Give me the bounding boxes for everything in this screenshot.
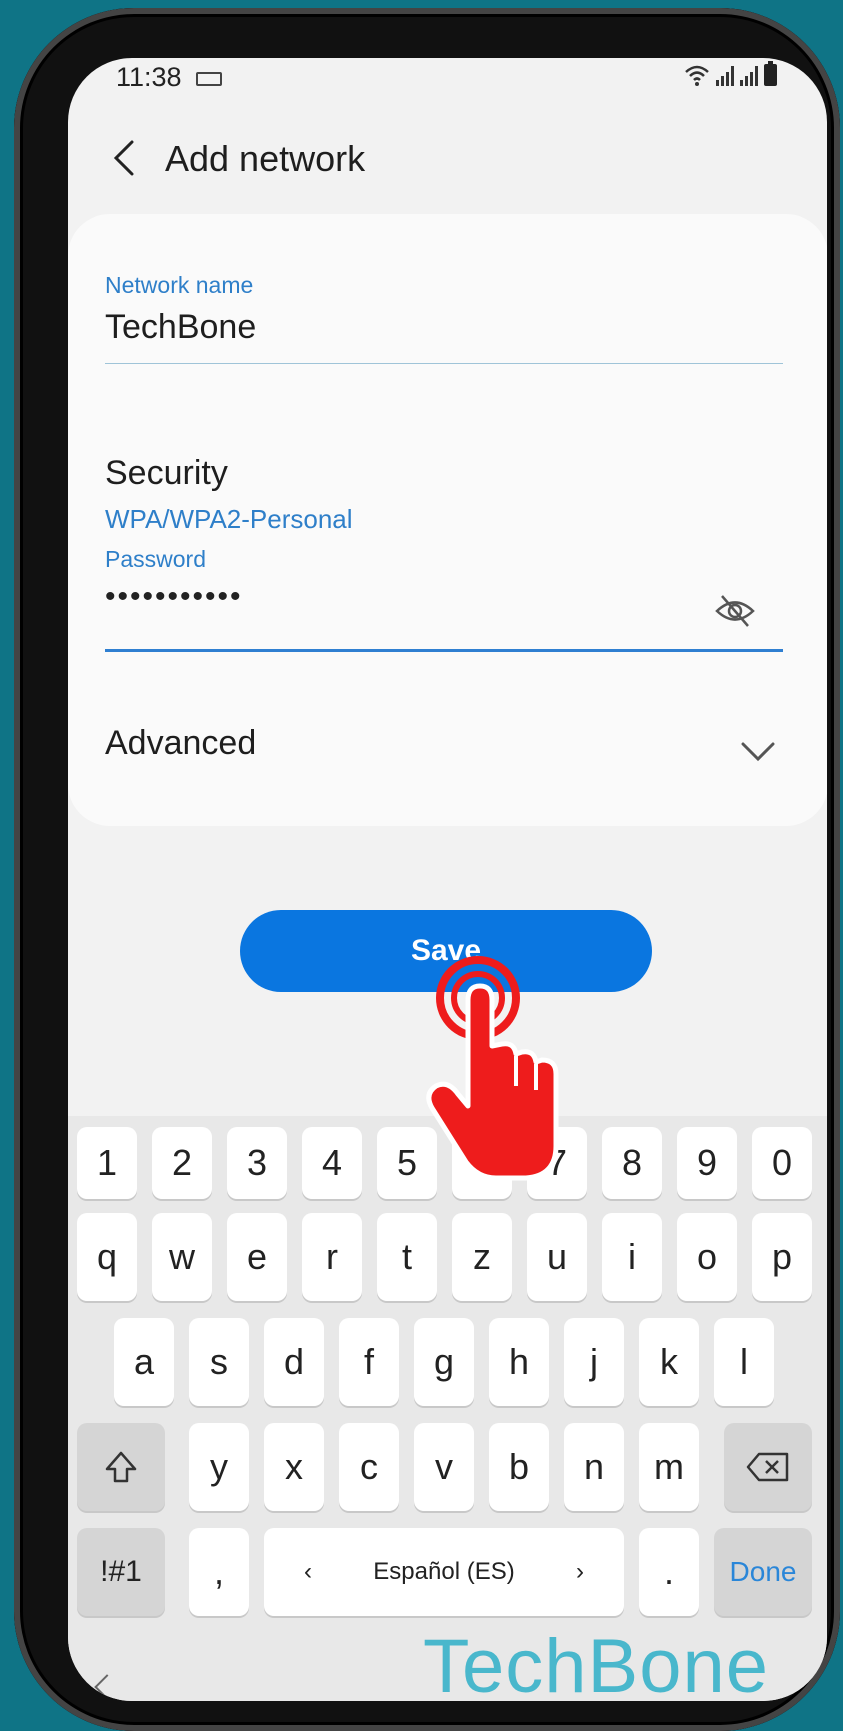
wifi-icon: [685, 65, 709, 86]
network-name-input[interactable]: TechBone: [105, 308, 256, 347]
chevron-down-icon[interactable]: [738, 734, 778, 768]
key-r[interactable]: r: [302, 1213, 362, 1301]
keyboard-status-icon: [196, 72, 222, 86]
key-n[interactable]: n: [564, 1423, 624, 1511]
key-9[interactable]: 9: [677, 1127, 737, 1199]
key-v[interactable]: v: [414, 1423, 474, 1511]
key-w[interactable]: w: [152, 1213, 212, 1301]
status-icons: [684, 61, 777, 86]
key-q[interactable]: q: [77, 1213, 137, 1301]
backspace-key[interactable]: [724, 1423, 812, 1511]
key-m[interactable]: m: [639, 1423, 699, 1511]
space-key[interactable]: ‹ Español (ES) ›: [264, 1528, 624, 1616]
password-underline: [105, 649, 783, 652]
key-o[interactable]: o: [677, 1213, 737, 1301]
key-4[interactable]: 4: [302, 1127, 362, 1199]
key-p[interactable]: p: [752, 1213, 812, 1301]
password-input[interactable]: •••••••••••: [105, 580, 243, 614]
space-language-label: Español (ES): [373, 1558, 515, 1585]
key-z[interactable]: z: [452, 1213, 512, 1301]
key-h[interactable]: h: [489, 1318, 549, 1406]
status-bar: 11:38: [68, 58, 827, 100]
language-left-arrow: ‹: [304, 1558, 312, 1585]
key-c[interactable]: c: [339, 1423, 399, 1511]
key-f[interactable]: f: [339, 1318, 399, 1406]
show-password-eye-icon[interactable]: [714, 590, 756, 632]
page-title: Add network: [165, 138, 366, 179]
done-key[interactable]: Done: [714, 1528, 812, 1616]
password-label: Password: [105, 546, 206, 572]
tap-hand-icon: [426, 956, 559, 1181]
language-right-arrow: ›: [576, 1558, 584, 1585]
key-x[interactable]: x: [264, 1423, 324, 1511]
key-y[interactable]: y: [189, 1423, 249, 1511]
network-name-label: Network name: [105, 272, 254, 298]
shift-key[interactable]: [77, 1423, 165, 1511]
security-value[interactable]: WPA/WPA2-Personal: [105, 504, 353, 535]
security-label[interactable]: Security: [105, 454, 228, 493]
key-l[interactable]: l: [714, 1318, 774, 1406]
network-name-underline: [105, 363, 783, 364]
period-key[interactable]: .: [639, 1528, 699, 1616]
advanced-label[interactable]: Advanced: [105, 724, 256, 763]
key-8[interactable]: 8: [602, 1127, 662, 1199]
key-2[interactable]: 2: [152, 1127, 212, 1199]
key-3[interactable]: 3: [227, 1127, 287, 1199]
key-i[interactable]: i: [602, 1213, 662, 1301]
network-form-card: Network name TechBone Security WPA/WPA2-…: [68, 214, 827, 826]
status-time: 11:38: [116, 62, 182, 92]
keyboard: 1 2 3 4 5 6 7 8 9 0 q w e r t z u i o p …: [68, 1116, 827, 1701]
key-a[interactable]: a: [114, 1318, 174, 1406]
header: Add network: [68, 118, 827, 198]
signal-icon-2: [740, 66, 758, 86]
key-0[interactable]: 0: [752, 1127, 812, 1199]
backspace-icon: [746, 1452, 789, 1482]
battery-icon: [764, 61, 777, 86]
key-b[interactable]: b: [489, 1423, 549, 1511]
key-k[interactable]: k: [639, 1318, 699, 1406]
comma-key[interactable]: ,: [189, 1528, 249, 1616]
techbone-watermark: TechBone: [423, 1624, 770, 1701]
shift-icon: [105, 1451, 137, 1483]
key-d[interactable]: d: [264, 1318, 324, 1406]
signal-icon: [716, 66, 734, 86]
key-t[interactable]: t: [377, 1213, 437, 1301]
key-g[interactable]: g: [414, 1318, 474, 1406]
key-s[interactable]: s: [189, 1318, 249, 1406]
phone-frame: 11:38 Add network Network name TechBone …: [14, 8, 840, 1731]
phone-screen: 11:38 Add network Network name TechBone …: [68, 58, 827, 1701]
back-arrow-icon[interactable]: [104, 134, 144, 182]
key-e[interactable]: e: [227, 1213, 287, 1301]
key-u[interactable]: u: [527, 1213, 587, 1301]
key-j[interactable]: j: [564, 1318, 624, 1406]
symbols-key[interactable]: !#1: [77, 1528, 165, 1616]
key-1[interactable]: 1: [77, 1127, 137, 1199]
